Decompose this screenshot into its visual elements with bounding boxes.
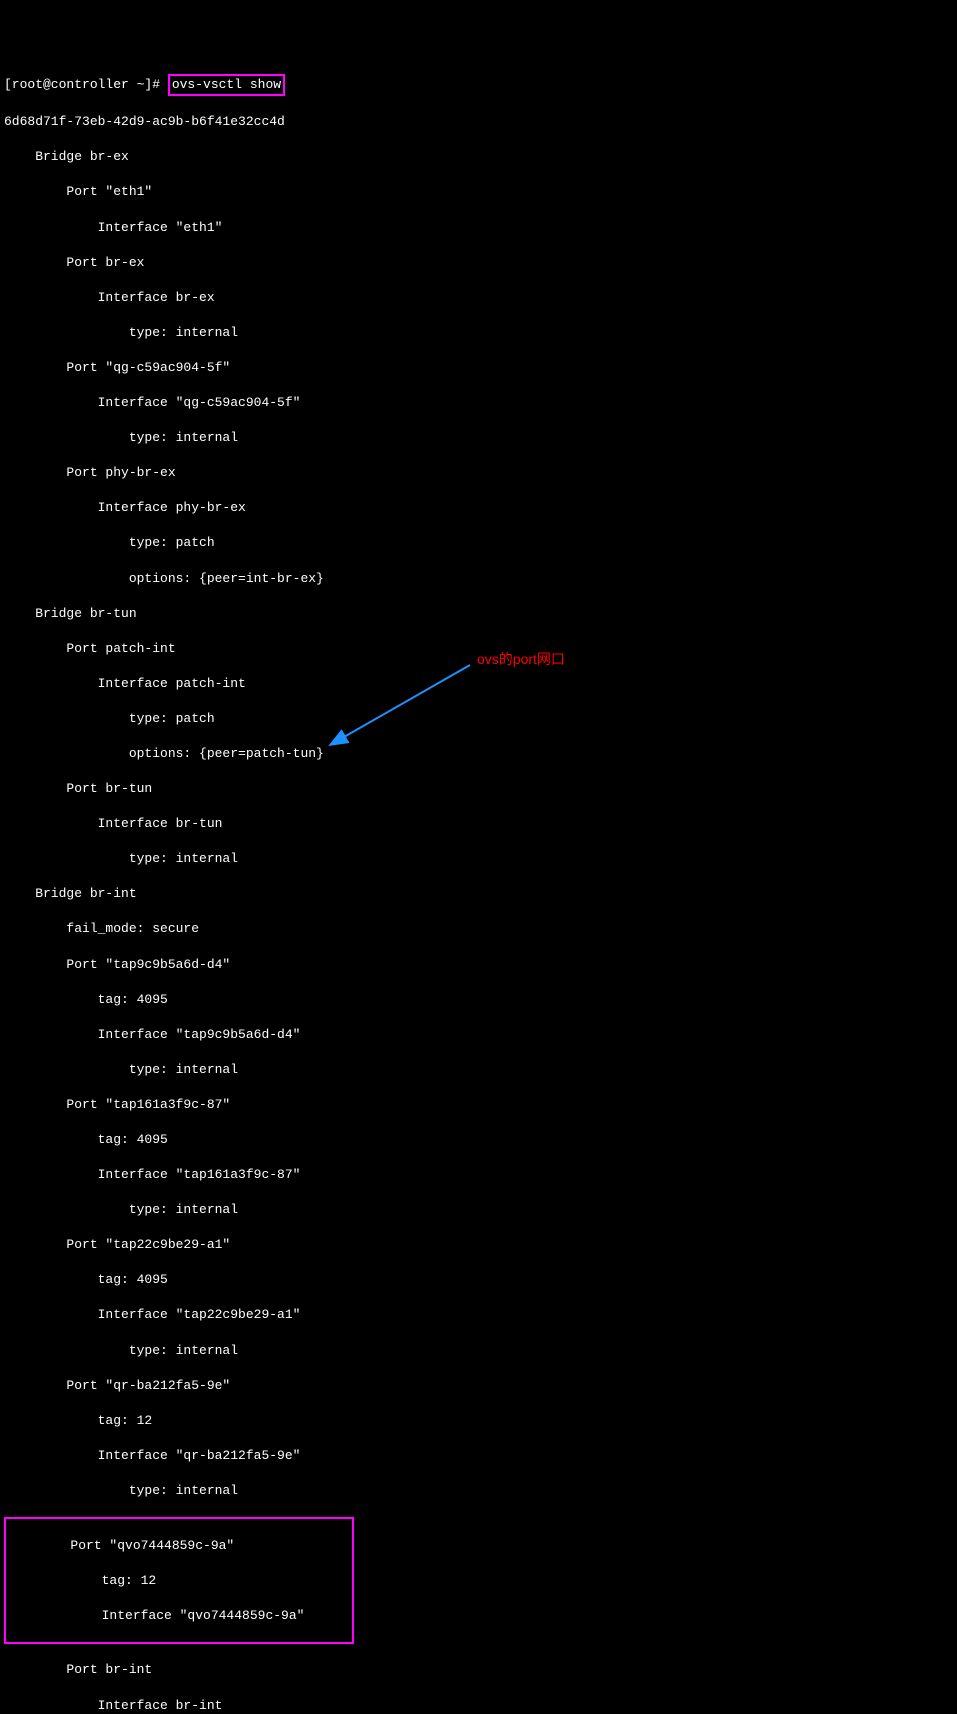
output-line: Interface "tap9c9b5a6d-d4" xyxy=(4,1026,953,1044)
output-line: Interface br-tun xyxy=(4,815,953,833)
output-line: type: internal xyxy=(4,1342,953,1360)
output-line: tag: 4095 xyxy=(4,1271,953,1289)
output-line: type: internal xyxy=(4,1061,953,1079)
shell-prompt: [root@controller ~]# xyxy=(4,77,168,92)
output-line: Port "qg-c59ac904-5f" xyxy=(4,359,953,377)
output-line: Port phy-br-ex xyxy=(4,464,953,482)
output-line: Interface "qg-c59ac904-5f" xyxy=(4,394,953,412)
output-line: options: {peer=int-br-ex} xyxy=(4,570,953,588)
output-line: Port "tap22c9be29-a1" xyxy=(4,1236,953,1254)
output-line: Port "eth1" xyxy=(4,183,953,201)
output-line: Interface "tap161a3f9c-87" xyxy=(4,1166,953,1184)
output-line: Port br-ex xyxy=(4,254,953,272)
annotation-label: ovs的port网口 xyxy=(477,650,565,669)
output-line: options: {peer=patch-tun} xyxy=(4,745,953,763)
output-line: tag: 12 xyxy=(4,1412,953,1430)
output-line: tag: 4095 xyxy=(4,991,953,1009)
output-uuid: 6d68d71f-73eb-42d9-ac9b-b6f41e32cc4d xyxy=(4,113,953,131)
output-line: Interface phy-br-ex xyxy=(4,499,953,517)
output-line: Port "tap9c9b5a6d-d4" xyxy=(4,956,953,974)
output-line: fail_mode: secure xyxy=(4,920,953,938)
output-line: Interface patch-int xyxy=(4,675,953,693)
output-line: type: patch xyxy=(4,710,953,728)
output-line: Bridge br-ex xyxy=(4,148,953,166)
command-text: ovs-vsctl show xyxy=(172,77,281,92)
output-line: Port "qr-ba212fa5-9e" xyxy=(4,1377,953,1395)
output-line: tag: 4095 xyxy=(4,1131,953,1149)
output-line: Bridge br-tun xyxy=(4,605,953,623)
output-line: Interface "eth1" xyxy=(4,219,953,237)
command-highlight: ovs-vsctl show xyxy=(168,74,285,96)
terminal-prompt-line: [root@controller ~]# ovs-vsctl show xyxy=(4,74,953,96)
output-line: Interface "tap22c9be29-a1" xyxy=(4,1306,953,1324)
output-line: Interface "qvo7444859c-9a" xyxy=(8,1607,350,1625)
output-line: Interface br-int xyxy=(4,1697,953,1714)
output-line: type: internal xyxy=(4,429,953,447)
output-line: type: internal xyxy=(4,850,953,868)
output-line: type: internal xyxy=(4,1201,953,1219)
output-line: type: internal xyxy=(4,324,953,342)
output-line: Port br-int xyxy=(4,1661,953,1679)
annotation-arrow-icon xyxy=(320,660,480,750)
output-line: Port "tap161a3f9c-87" xyxy=(4,1096,953,1114)
output-line: Interface "qr-ba212fa5-9e" xyxy=(4,1447,953,1465)
output-line: Bridge br-int xyxy=(4,885,953,903)
output-line: Interface br-ex xyxy=(4,289,953,307)
port-highlight-block: Port "qvo7444859c-9a" tag: 12 Interface … xyxy=(4,1517,354,1644)
output-line: type: internal xyxy=(4,1482,953,1500)
output-line: tag: 12 xyxy=(8,1572,350,1590)
output-line: type: patch xyxy=(4,534,953,552)
output-line: Port "qvo7444859c-9a" xyxy=(8,1537,350,1555)
output-line: Port br-tun xyxy=(4,780,953,798)
